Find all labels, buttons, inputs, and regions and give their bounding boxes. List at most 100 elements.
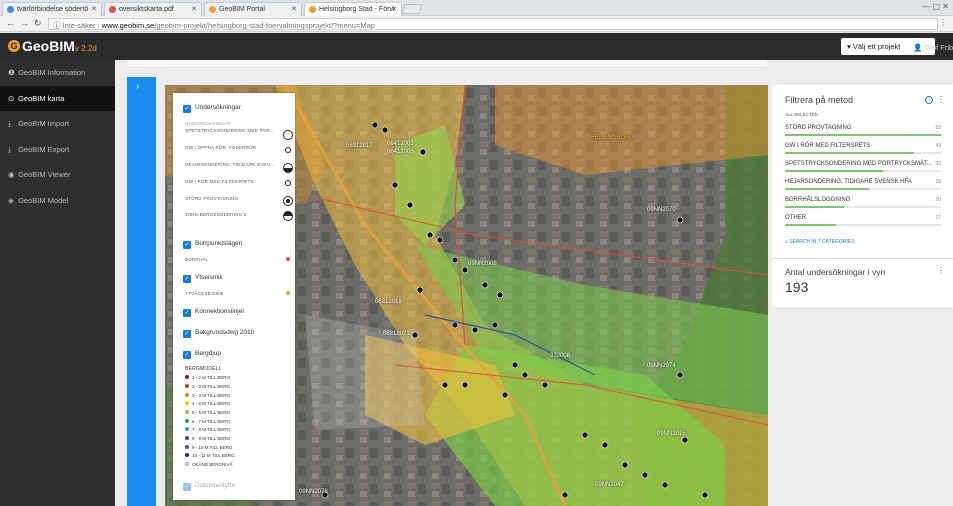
layer-borrpunkt[interactable]: ✓ Borrpunktslägen [183, 240, 242, 249]
map-label[interactable]: 332008 [550, 353, 570, 359]
app-header: G GeoBIM v 2.2d ▾ Välj ett projekt 👤 Olo… [0, 33, 953, 60]
sidebar-item-model[interactable]: ◈ GeoBIM Model [0, 188, 115, 214]
map-label[interactable]: 09NN2074 [647, 363, 676, 369]
filter-row-label: HEJARSONDERING, TIDIGARE SVENSK HFA [785, 179, 912, 185]
map-label[interactable]: 09NN2047 [595, 482, 624, 488]
map-label[interactable]: 09NN2070 [647, 207, 676, 213]
sidebar-item-export[interactable]: ⤓ GeoBIM Export [0, 137, 115, 163]
export-icon: ⤓ [8, 144, 12, 154]
map-label[interactable]: 09NN2008 [468, 261, 497, 267]
app-logo[interactable]: GeoBIM [22, 38, 75, 54]
google-icon [7, 6, 14, 13]
back-icon[interactable]: ← [6, 18, 15, 28]
filter-row-count: 33 [935, 161, 941, 167]
filter-row-count: 28 [935, 179, 941, 185]
color-swatch [185, 453, 189, 457]
pdf-icon [109, 6, 116, 13]
close-icon[interactable]: ✕ [191, 5, 197, 13]
chevron-right-icon[interactable]: › [136, 81, 139, 92]
legend-method: GW I ÖPPNA RÖR, FODERRÖR [185, 145, 257, 150]
filter-row[interactable]: BORRHÅLSLOGGNING 20 [785, 197, 941, 208]
filter-row[interactable]: GW I RÖR MED FILTERSPETS 43 [785, 143, 941, 154]
sidebar-item-label: GeoBIM Viewer [18, 170, 71, 179]
browser-tab[interactable]: GeoBIM Portal ✕ [204, 2, 302, 16]
reload-icon[interactable]: ↻ [34, 18, 42, 29]
filter-row[interactable]: SPETSTRYCKSONDERING MED PORTRYCKSMÄT... … [785, 161, 941, 172]
sidebar-item-label: GeoBIM Model [18, 195, 69, 205]
filter-row-label: GW I RÖR MED FILTERSPETS [785, 143, 871, 149]
map-label[interactable]: 06312019 [375, 299, 402, 305]
filter-row[interactable]: STÖRD PROVTAGNING 52 [785, 125, 941, 136]
filter-row-count: 20 [935, 197, 941, 203]
filter-row-bar [785, 134, 941, 136]
sidebar-item-label: GeoBIM Export [18, 144, 70, 154]
layer-bakgrund[interactable]: ✓ Bakgrundsdwg 2010 [183, 329, 254, 338]
layer-bergdjup[interactable]: ✓ Bergdjup [183, 350, 221, 359]
close-icon[interactable]: ✕ [91, 5, 97, 13]
search-categories-link[interactable]: ⌕ SEARCH IN 7 CATEGORIES [785, 239, 854, 245]
checkbox-icon[interactable]: ✓ [183, 105, 191, 113]
checkbox-icon[interactable]: ✓ [183, 351, 191, 359]
layer-konnektion[interactable]: ✓ Konnektionslinjer [183, 308, 245, 317]
model-icon: ◈ [8, 195, 14, 205]
more-options-icon[interactable]: ⋮ [937, 95, 945, 104]
gw-filterspets-symbol-icon [285, 180, 291, 186]
checkbox-icon[interactable]: ✓ [183, 330, 191, 338]
more-options-icon[interactable]: ⋮ [937, 266, 945, 275]
legend-geo-item: 6 - 7 M TILL BERG [185, 419, 230, 424]
layer-dokumentytor[interactable]: ✓ Dokumentytor [183, 482, 235, 491]
filter-row[interactable]: HEJARSONDERING, TIDIGARE SVENSK HFA 28 [785, 179, 941, 190]
filter-row-label: OTHER [785, 215, 806, 221]
sidebar-item-import[interactable]: ⤓ GeoBIM Import [0, 111, 115, 137]
user-menu[interactable]: 👤 Olof Fribe [913, 43, 953, 52]
close-icon[interactable]: ✕ [391, 5, 397, 13]
eye-icon: ◉ [8, 170, 15, 179]
close-icon[interactable]: ✕ [291, 5, 297, 13]
layer-yteseismik[interactable]: ✓ Ytseismik [183, 274, 223, 283]
filter-row-count: 52 [935, 125, 941, 131]
legend-sublabel: BERGMODELL [185, 366, 222, 372]
forward-icon[interactable]: → [20, 18, 29, 28]
map-label[interactable]: 06312017 [346, 143, 373, 149]
checkbox-icon[interactable]: ✓ [183, 275, 191, 283]
panel-toggle-bar[interactable]: › [127, 77, 156, 506]
info-icon[interactable]: i [925, 96, 933, 104]
map-label[interactable]: 09NN2076 [299, 489, 328, 495]
filter-row[interactable]: OTHER 17 [785, 215, 941, 226]
legend-sublabel: BORRHÅL [185, 257, 209, 262]
map-view[interactable]: 09NN2070 09NN2074 09NN2015 332008 063120… [165, 85, 768, 506]
map-area-label: HELSINGBORG [590, 135, 635, 141]
browser-tab[interactable]: oversiktskarta.pdf ✕ [104, 2, 202, 16]
url-input[interactable]: ⓘ Inte säker | www.geobim.se/geobim-proj… [48, 18, 938, 30]
sidebar-item-viewer[interactable]: ◉ GeoBIM Viewer [0, 162, 115, 188]
layer-undersokningar[interactable]: ✓ Undersökningar [183, 104, 241, 113]
map-label[interactable]: 06312021 [383, 331, 410, 337]
top-strip [127, 60, 767, 68]
checkbox-icon[interactable]: ✓ [183, 483, 191, 491]
legend-geo-item: 2 - 3 M TILL BERG [185, 384, 230, 389]
browser-menu-icon[interactable]: ⋮ [939, 18, 947, 27]
filter-row-bar [785, 170, 941, 172]
browser-tab[interactable]: tvärförbindelse södertö ✕ [2, 2, 102, 16]
checkbox-icon[interactable]: ✓ [183, 241, 191, 249]
geobim-logo-icon: G [8, 40, 20, 52]
new-tab-button[interactable] [401, 4, 423, 14]
map-label[interactable]: 06412005 [387, 149, 414, 155]
browser-tab-active[interactable]: Helsingborg Stad - Förvi ✕ [304, 2, 402, 16]
bar-fill [785, 170, 884, 172]
color-swatch [185, 384, 189, 388]
sidebar-item-karta[interactable]: ⊙ GeoBIM karta [0, 85, 115, 111]
window-controls[interactable]: — ▢ ✕ [922, 2, 949, 11]
map-label[interactable]: 06412003 [387, 141, 414, 147]
bar-fill [785, 206, 845, 208]
bar-fill [785, 134, 941, 136]
checkbox-icon[interactable]: ✓ [183, 309, 191, 317]
security-label: Inte säker [62, 21, 96, 30]
legend-geo-item: 8 - 9 M TILL BERG [185, 436, 230, 441]
legend-method: JORD-BERGSONDERING 3 [185, 212, 247, 217]
count-title: Antal undersökningar i vyn [785, 267, 886, 277]
sidebar-item-information[interactable]: ❶ GeoBIM Information [0, 60, 115, 86]
tab-title: oversiktskarta.pdf [119, 6, 174, 13]
map-label[interactable]: 09NN2015 [657, 431, 686, 437]
info-icon[interactable]: ⓘ [53, 21, 61, 30]
